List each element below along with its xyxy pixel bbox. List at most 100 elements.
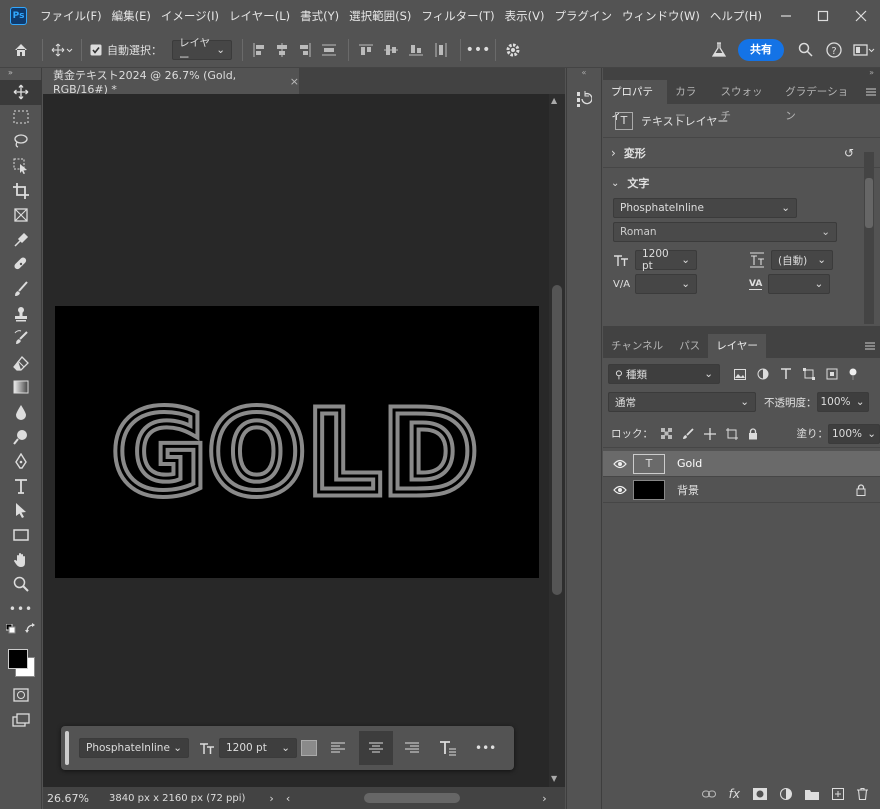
swap-colors-icon[interactable] [25,623,36,634]
lock-position-icon[interactable] [704,427,716,440]
maximize-button[interactable] [805,0,843,32]
eraser-tool-icon[interactable] [0,351,42,376]
layer-row-gold[interactable]: T Gold [603,451,880,477]
align-left-edges-icon[interactable] [253,42,265,57]
kerning-dropdown[interactable]: ⌄ [635,274,697,294]
layer-row-background[interactable]: 背景 [603,477,880,503]
distribute-horizontal-icon[interactable] [434,42,448,57]
filter-pixel-icon[interactable] [734,368,746,380]
hscroll-right-icon[interactable]: › [542,792,546,805]
lock-transparent-icon[interactable] [661,428,672,439]
filter-toggle-icon[interactable] [849,368,857,380]
healing-brush-tool-icon[interactable] [0,252,42,277]
filter-shape-icon[interactable] [803,368,815,380]
object-selection-tool-icon[interactable] [0,154,42,179]
home-icon[interactable] [0,32,42,68]
eyedropper-tool-icon[interactable] [0,228,42,253]
layer-name-background[interactable]: 背景 [677,482,699,498]
collapse-panels-icon[interactable]: » [603,68,880,80]
properties-scrollbar-thumb[interactable] [865,178,873,228]
align-right-edges-icon[interactable] [299,42,311,57]
flask-icon[interactable] [706,32,732,68]
collapse-toolbar-icon[interactable]: » [0,68,41,80]
context-size-dropdown[interactable]: 1200 pt ⌄ [219,738,297,758]
character-section[interactable]: ⌄ 文字 [603,168,880,198]
layer-name-gold[interactable]: Gold [677,457,702,470]
type-tool-icon[interactable] [0,474,42,499]
document-canvas[interactable]: GOLD GOLD [55,306,539,578]
opacity-field[interactable]: 100% ⌄ [816,392,869,412]
zoom-level[interactable]: 26.67% [47,792,99,805]
move-tool-icon[interactable] [0,80,42,105]
move-tool-preset-icon[interactable] [43,32,81,68]
filter-smart-object-icon[interactable] [826,368,838,380]
history-brush-tool-icon[interactable] [0,326,42,351]
tab-layers[interactable]: レイヤー [708,334,766,358]
document-tab[interactable]: 黄金テキスト2024 @ 26.7% (Gold, RGB/16#) * × [43,68,299,96]
layer-filter-dropdown[interactable]: ⚲ 種類 ⌄ [608,364,720,384]
context-more-icon[interactable]: ••• [475,741,496,755]
font-style-dropdown[interactable]: Roman ⌄ [613,222,837,242]
menu-select[interactable]: 選択範囲(S) [344,0,416,32]
lock-image-brush-icon[interactable] [682,427,694,440]
panel-menu-icon[interactable] [860,334,880,358]
align-text-center-button[interactable] [359,731,393,765]
tab-color[interactable]: カラー [667,80,712,122]
clone-stamp-tool-icon[interactable] [0,301,42,326]
blur-tool-icon[interactable] [0,400,42,425]
filter-type-icon[interactable] [780,368,792,380]
dodge-tool-icon[interactable] [0,424,42,449]
menu-file[interactable]: ファイル(F) [35,0,107,32]
align-horizontal-centers-icon[interactable] [276,42,288,57]
panel-menu-icon[interactable] [861,80,880,104]
new-group-icon[interactable] [805,789,819,800]
pen-tool-icon[interactable] [0,449,42,474]
drag-handle[interactable] [65,731,69,765]
vertical-scrollbar-thumb[interactable] [552,285,562,595]
zoom-tool-icon[interactable] [0,572,42,597]
rectangle-tool-icon[interactable] [0,523,42,548]
lasso-tool-icon[interactable] [0,129,42,154]
font-size-dropdown[interactable]: 1200 pt ⌄ [635,248,697,272]
align-top-edges-icon[interactable] [359,44,373,56]
distribute-vertical-icon[interactable] [322,43,336,57]
close-tab-icon[interactable]: × [290,75,299,88]
history-panel-icon[interactable] [567,90,601,108]
share-button[interactable]: 共有 [738,38,784,61]
link-layers-icon[interactable] [701,789,716,799]
reset-icon[interactable]: ↺ [844,146,854,160]
tab-swatches[interactable]: スウォッチ [713,80,778,122]
hscroll-left-icon[interactable]: ‹ [286,792,290,805]
scroll-down-icon[interactable]: ▼ [551,774,557,783]
menu-layer[interactable]: レイヤー(L) [224,0,295,32]
gradient-tool-icon[interactable] [0,375,42,400]
menu-plugins[interactable]: プラグイン [550,0,618,32]
menu-view[interactable]: 表示(V) [500,0,550,32]
tab-gradients[interactable]: グラデーション [777,80,861,122]
tab-paths[interactable]: パス [671,334,708,358]
collapse-left-icon[interactable]: » [8,68,13,77]
foreground-color-swatch[interactable] [8,649,28,670]
filter-adjustment-icon[interactable] [757,368,769,380]
path-selection-tool-icon[interactable] [0,498,42,523]
tab-channels[interactable]: チャンネル [603,334,671,358]
quick-mask-icon[interactable] [0,683,42,708]
eye-icon[interactable] [613,485,627,495]
auto-select-target-dropdown[interactable]: レイヤー ⌄ [172,37,232,64]
fill-field[interactable]: 100% ⌄ [828,423,880,444]
add-mask-icon[interactable] [753,788,767,800]
menu-help[interactable]: ヘルプ(H) [705,0,767,32]
crop-tool-icon[interactable] [0,178,42,203]
context-font-dropdown[interactable]: PhosphateInline ⌄ [79,738,189,758]
close-button[interactable] [842,0,880,32]
menu-filter[interactable]: フィルター(T) [416,0,499,32]
collapse-strip-icon[interactable]: « [567,68,601,80]
text-color-swatch[interactable] [301,740,317,756]
marquee-tool-icon[interactable] [0,105,42,130]
hand-tool-icon[interactable] [0,547,42,572]
text-options-icon[interactable] [439,740,457,756]
horizontal-scrollbar-thumb[interactable] [364,793,461,803]
leading-dropdown[interactable]: (自動) ⌄ [771,250,833,270]
gear-icon[interactable] [496,32,530,68]
more-options-icon[interactable]: ••• [461,32,495,68]
